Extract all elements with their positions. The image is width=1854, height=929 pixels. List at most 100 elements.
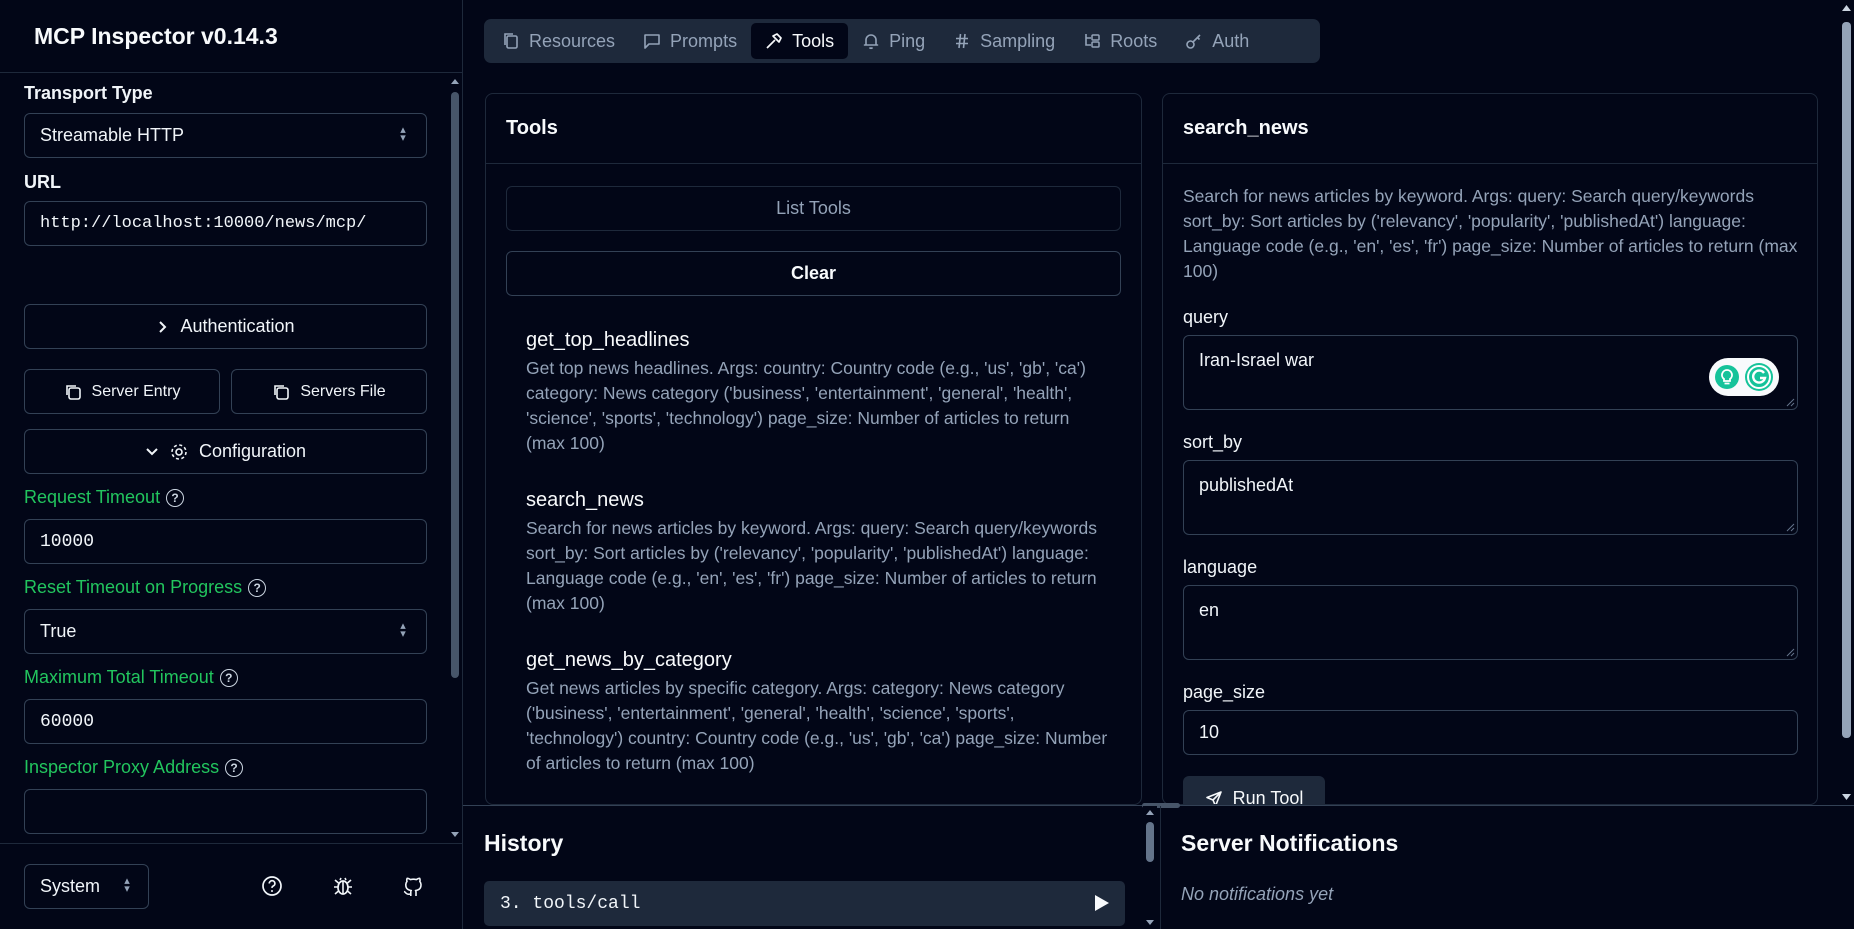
tool-name: search_news xyxy=(526,489,644,511)
max-total-timeout-value: 60000 xyxy=(40,711,95,732)
lightbulb-icon xyxy=(1715,365,1739,389)
query-label: query xyxy=(1183,307,1229,327)
chevron-right-icon xyxy=(159,320,167,333)
help-circle-icon[interactable]: ? xyxy=(166,489,185,508)
authentication-button[interactable]: Authentication xyxy=(24,304,427,349)
url-input[interactable]: http://localhost:10000/news/mcp/ xyxy=(24,201,427,246)
url-value: http://localhost:10000/news/mcp/ xyxy=(40,214,367,233)
resize-handle-icon[interactable] xyxy=(1785,647,1795,657)
scroll-down-arrow-icon[interactable] xyxy=(1842,793,1851,801)
transport-type-label: Transport Type xyxy=(24,83,153,103)
tool-description: Get news articles by specific category. … xyxy=(526,678,1108,773)
send-icon xyxy=(1205,790,1222,804)
resize-handle-icon[interactable] xyxy=(1785,522,1795,532)
scroll-up-arrow-icon[interactable] xyxy=(1842,4,1851,12)
authentication-button-label: Authentication xyxy=(180,316,295,336)
tool-list-item[interactable]: get_top_headlines Get top news headlines… xyxy=(526,329,1111,456)
key-icon xyxy=(1186,34,1201,49)
scroll-up-arrow-icon[interactable] xyxy=(451,78,459,86)
sidebar-footer: System ▴ ▾ xyxy=(0,843,463,929)
server-entry-button[interactable]: Server Entry xyxy=(24,369,220,414)
reset-timeout-select[interactable]: True ▴ ▾ xyxy=(24,609,427,654)
servers-file-button[interactable]: Servers File xyxy=(231,369,427,414)
sidebar: MCP Inspector v0.14.3 Transport Type Str… xyxy=(0,0,463,929)
main-tabs: Resources Prompts Tools Ping Sampling Ro… xyxy=(484,19,1320,63)
configuration-button[interactable]: Configuration xyxy=(24,429,427,474)
sidebar-scrollbar[interactable] xyxy=(449,78,461,838)
query-textarea[interactable]: Iran-Israel war xyxy=(1183,335,1798,410)
scroll-up-arrow-icon[interactable] xyxy=(1146,809,1154,816)
max-total-timeout-input[interactable]: 60000 xyxy=(24,699,427,744)
tab-prompts[interactable]: Prompts xyxy=(629,23,751,59)
resize-handle-icon[interactable] xyxy=(1785,397,1795,407)
copy-icon xyxy=(65,384,81,400)
help-icon[interactable] xyxy=(261,875,283,897)
sort-by-textarea[interactable]: publishedAt xyxy=(1183,460,1798,535)
run-tool-button[interactable]: Run Tool xyxy=(1183,776,1325,805)
play-icon[interactable] xyxy=(1093,893,1111,913)
tool-description: Get top news headlines. Args: country: C… xyxy=(526,358,1086,453)
scroll-down-arrow-icon[interactable] xyxy=(1146,919,1154,926)
url-label: URL xyxy=(24,172,61,192)
request-timeout-value: 10000 xyxy=(40,531,95,552)
reset-timeout-value: True xyxy=(40,621,77,641)
theme-select[interactable]: System ▴ ▾ xyxy=(24,864,149,909)
tool-name: get_top_headlines xyxy=(526,329,690,351)
tab-sampling[interactable]: Sampling xyxy=(939,23,1069,59)
language-value: en xyxy=(1199,600,1220,620)
transport-type-select[interactable]: Streamable HTTP ▴ ▾ xyxy=(24,113,427,158)
proxy-address-input[interactable] xyxy=(24,789,427,834)
tab-auth[interactable]: Auth xyxy=(1171,23,1263,59)
sidebar-scroll-thumb[interactable] xyxy=(451,92,459,678)
bug-icon[interactable] xyxy=(332,875,354,897)
page-size-label: page_size xyxy=(1183,682,1266,702)
github-icon[interactable] xyxy=(402,875,424,897)
message-square-icon xyxy=(644,34,660,49)
history-item[interactable]: 3. tools/call xyxy=(484,881,1125,926)
tab-ping[interactable]: Ping xyxy=(848,23,939,59)
tool-list-item[interactable]: search_news Search for news articles by … xyxy=(526,489,1111,616)
grammarly-widget[interactable] xyxy=(1709,358,1779,396)
transport-type-value: Streamable HTTP xyxy=(40,125,185,145)
history-scroll-thumb[interactable] xyxy=(1146,822,1154,862)
tool-detail-title: search_news xyxy=(1163,94,1817,164)
scroll-down-arrow-icon[interactable] xyxy=(451,830,459,838)
tool-name: get_news_by_category xyxy=(526,649,732,671)
language-textarea[interactable]: en xyxy=(1183,585,1798,660)
main-scroll-thumb[interactable] xyxy=(1842,22,1851,738)
chevrons-up-down-icon: ▴ ▾ xyxy=(400,620,406,640)
history-item-label: 3. tools/call xyxy=(500,893,641,914)
request-timeout-input[interactable]: 10000 xyxy=(24,519,427,564)
server-entry-label: Server Entry xyxy=(91,382,181,400)
tool-detail-panel: search_news Search for news articles by … xyxy=(1162,93,1818,805)
hammer-icon xyxy=(766,33,782,49)
history-panel: History 3. tools/call xyxy=(463,806,1143,929)
servers-file-label: Servers File xyxy=(300,382,386,400)
page-size-input[interactable]: 10 xyxy=(1183,710,1798,755)
tab-resources-label: Resources xyxy=(529,30,616,51)
tab-resources[interactable]: Resources xyxy=(488,23,629,59)
tab-tools[interactable]: Tools xyxy=(751,23,849,59)
sidebar-header: MCP Inspector v0.14.3 xyxy=(0,0,462,73)
configuration-label: Configuration xyxy=(198,441,307,461)
help-circle-icon[interactable]: ? xyxy=(219,669,238,688)
tab-auth-label: Auth xyxy=(1212,30,1250,51)
tools-panel-title: Tools xyxy=(486,94,1141,164)
clear-button[interactable]: Clear xyxy=(506,251,1121,296)
main-scrollbar[interactable] xyxy=(1839,0,1854,805)
app-title: MCP Inspector v0.14.3 xyxy=(34,22,278,49)
theme-value: System xyxy=(40,876,101,896)
help-circle-icon[interactable]: ? xyxy=(248,579,267,598)
tab-tools-label: Tools xyxy=(792,30,835,51)
request-timeout-label: Request Timeout? xyxy=(24,487,185,508)
max-total-timeout-label: Maximum Total Timeout? xyxy=(24,667,238,688)
tab-roots-label: Roots xyxy=(1110,30,1158,51)
history-scrollbar[interactable] xyxy=(1143,806,1157,929)
tab-roots[interactable]: Roots xyxy=(1069,23,1171,59)
hash-icon xyxy=(956,33,969,49)
run-tool-label: Run Tool xyxy=(1232,788,1304,805)
help-circle-icon[interactable]: ? xyxy=(225,759,244,778)
chevron-down-icon xyxy=(146,447,158,455)
tool-list-item[interactable]: get_news_by_category Get news articles b… xyxy=(526,649,1111,776)
list-tools-button[interactable]: List Tools xyxy=(506,186,1121,231)
